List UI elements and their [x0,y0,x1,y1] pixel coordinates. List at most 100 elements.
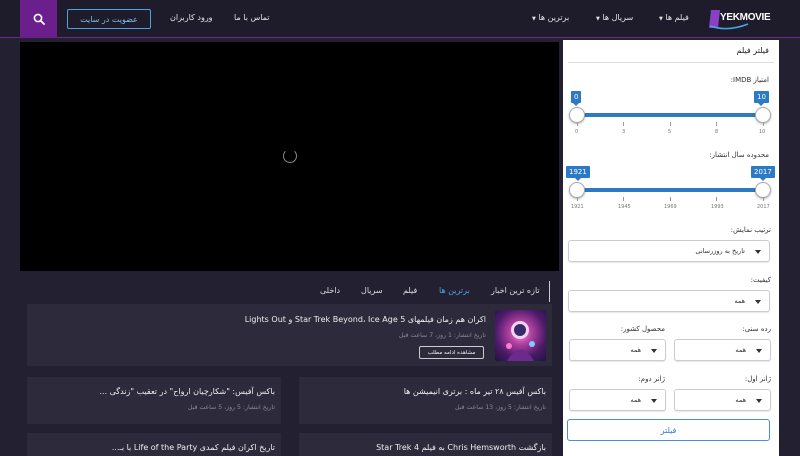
tick [623,197,624,201]
news-date: تاریخ انتشار: 5 روز، 5 ساعت قبل [187,404,275,411]
tick [670,197,671,201]
top-header: عضویت در سایت ورود کاربران تماس با ما ▼ … [0,0,800,38]
featured-news-card[interactable]: اکران هم زمان فیلمهای Star Trek Beyond، … [27,304,552,366]
year-slider-fill [577,188,763,192]
contact-link[interactable]: تماس با ما [234,13,270,22]
age-rating-label: رده سنی: [742,325,771,333]
news-card[interactable]: تاریخ اکران فیلم کمدی Life of the Party … [27,433,281,456]
sort-label: ترتیب نمایش: [730,226,771,234]
news-tabs: تازه ترین اخبار برترین ها فیلم سریال داخ… [20,279,559,303]
genre1-select[interactable]: همه [674,389,771,411]
login-link[interactable]: ورود کاربران [170,13,213,22]
year-min-value: 1921 [566,166,590,181]
tick-label: 1969 [664,204,677,210]
year-max-value: 2017 [751,166,775,181]
news-title[interactable]: تاریخ اکران فیلم کمدی Life of the Party … [112,443,275,452]
nav-series[interactable]: ▼ سریال ها [596,13,633,22]
search-button[interactable] [20,0,57,38]
tick [577,122,578,126]
age-rating-select-value: همه [735,346,746,354]
genre2-select-value: همه [630,396,641,404]
loading-spinner-icon [283,149,297,163]
genre2-select[interactable]: همه [569,389,666,411]
chevron-down-icon: ▼ [532,16,536,22]
caret-down-icon [755,300,761,304]
year-range-label: محدوده سال انتشار: [709,151,769,159]
news-title[interactable]: اکران هم زمان فیلمهای Star Trek Beyond، … [245,315,486,324]
tick-label: 1921 [571,204,584,210]
imdb-min-value: 0 [571,91,582,106]
sort-select[interactable]: تاریخ به روزرسانی [568,240,770,262]
news-title[interactable]: باکس آفیس: "شکارچیان ارواح" در تعقیب "زن… [99,387,275,396]
video-player[interactable] [20,42,559,271]
imdb-label: امتیاز IMDB: [730,76,769,84]
tick [623,122,624,126]
search-icon [33,13,45,25]
imdb-slider-fill [577,113,763,117]
quality-label: کیفیت: [750,276,771,284]
news-title[interactable]: بازگشت Chris Hemsworth به فیلم Star Trek… [376,443,546,452]
tick [716,122,717,126]
site-logo[interactable]: YEKMOVIE [708,6,771,32]
country-label: محصول کشور: [620,325,665,333]
join-site-button[interactable]: عضویت در سایت [67,9,151,29]
tick-label: 2017 [757,204,770,210]
genre1-select-value: همه [735,396,746,404]
chevron-down-icon: ▼ [596,16,600,22]
tick-label: 0 [575,129,579,135]
tick [716,197,717,201]
caret-down-icon [756,399,762,403]
age-rating-select[interactable]: همه [674,339,771,361]
quality-select[interactable]: همه [568,290,770,312]
tick [670,122,671,126]
tab-series[interactable]: سریال [361,286,383,295]
genre2-label: ژانر دوم: [638,375,665,383]
chevron-down-icon: ▼ [659,16,663,22]
imdb-max-handle[interactable] [755,107,771,123]
tick [763,197,764,201]
imdb-min-handle[interactable] [569,107,585,123]
tick [577,197,578,201]
caret-down-icon [755,250,761,254]
year-max-handle[interactable] [755,182,771,198]
nav-movies[interactable]: ▼ فیلم ها [659,13,689,22]
tab-top-rated[interactable]: برترین ها [439,286,470,295]
tab-latest-news[interactable]: تازه ترین اخبار [491,286,540,295]
imdb-slider-track[interactable] [577,113,763,117]
country-select-value: همه [630,346,641,354]
nav-series-label: سریال ها [602,13,634,22]
read-more-button[interactable]: مشاهده ادامه مطلب [419,346,484,359]
nav-top-rated[interactable]: ▼ برترین ها [532,13,569,22]
filter-submit-button[interactable]: فیلتر [567,419,770,441]
tick-label: 3 [622,129,626,135]
news-thumbnail[interactable] [495,310,546,361]
country-select[interactable]: همه [569,339,666,361]
tab-domestic[interactable]: داخلی [320,286,340,295]
imdb-max-value: 10 [754,91,769,106]
filter-sidebar: فیلتر فیلم امتیاز IMDB: 0 10 0 3 5 8 10 … [563,40,779,456]
caret-down-icon [651,349,657,353]
movie-poster-image [506,321,535,361]
tick [763,122,764,126]
news-title[interactable]: باکس آفیس ۲۸ تیر ماه : برتری انیمیشن ها [404,387,546,396]
tick-label: 1993 [711,204,724,210]
tick-label: 10 [759,129,766,135]
caret-down-icon [651,399,657,403]
news-card[interactable]: بازگشت Chris Hemsworth به فیلم Star Trek… [299,433,552,456]
year-min-handle[interactable] [569,182,585,198]
quality-select-value: همه [734,297,745,305]
tab-movies[interactable]: فیلم [403,286,417,295]
news-card[interactable]: باکس آفیس ۲۸ تیر ماه : برتری انیمیشن ها … [299,377,552,424]
year-slider-track[interactable] [577,188,763,192]
sort-select-value: تاریخ به روزرسانی [695,247,745,255]
filter-title: فیلتر فیلم [736,46,769,55]
tab-divider [549,281,550,302]
tick-label: 1945 [618,204,631,210]
news-date: تاریخ انتشار: 1 روز، 7 ساعت قبل [398,332,486,339]
divider [568,62,774,63]
nav-movies-label: فیلم ها [665,13,689,22]
logo-text: YEKMOVIE [720,12,771,23]
nav-top-rated-label: برترین ها [538,13,570,22]
news-card[interactable]: باکس آفیس: "شکارچیان ارواح" در تعقیب "زن… [27,377,281,424]
genre1-label: ژانر اول: [744,375,771,383]
